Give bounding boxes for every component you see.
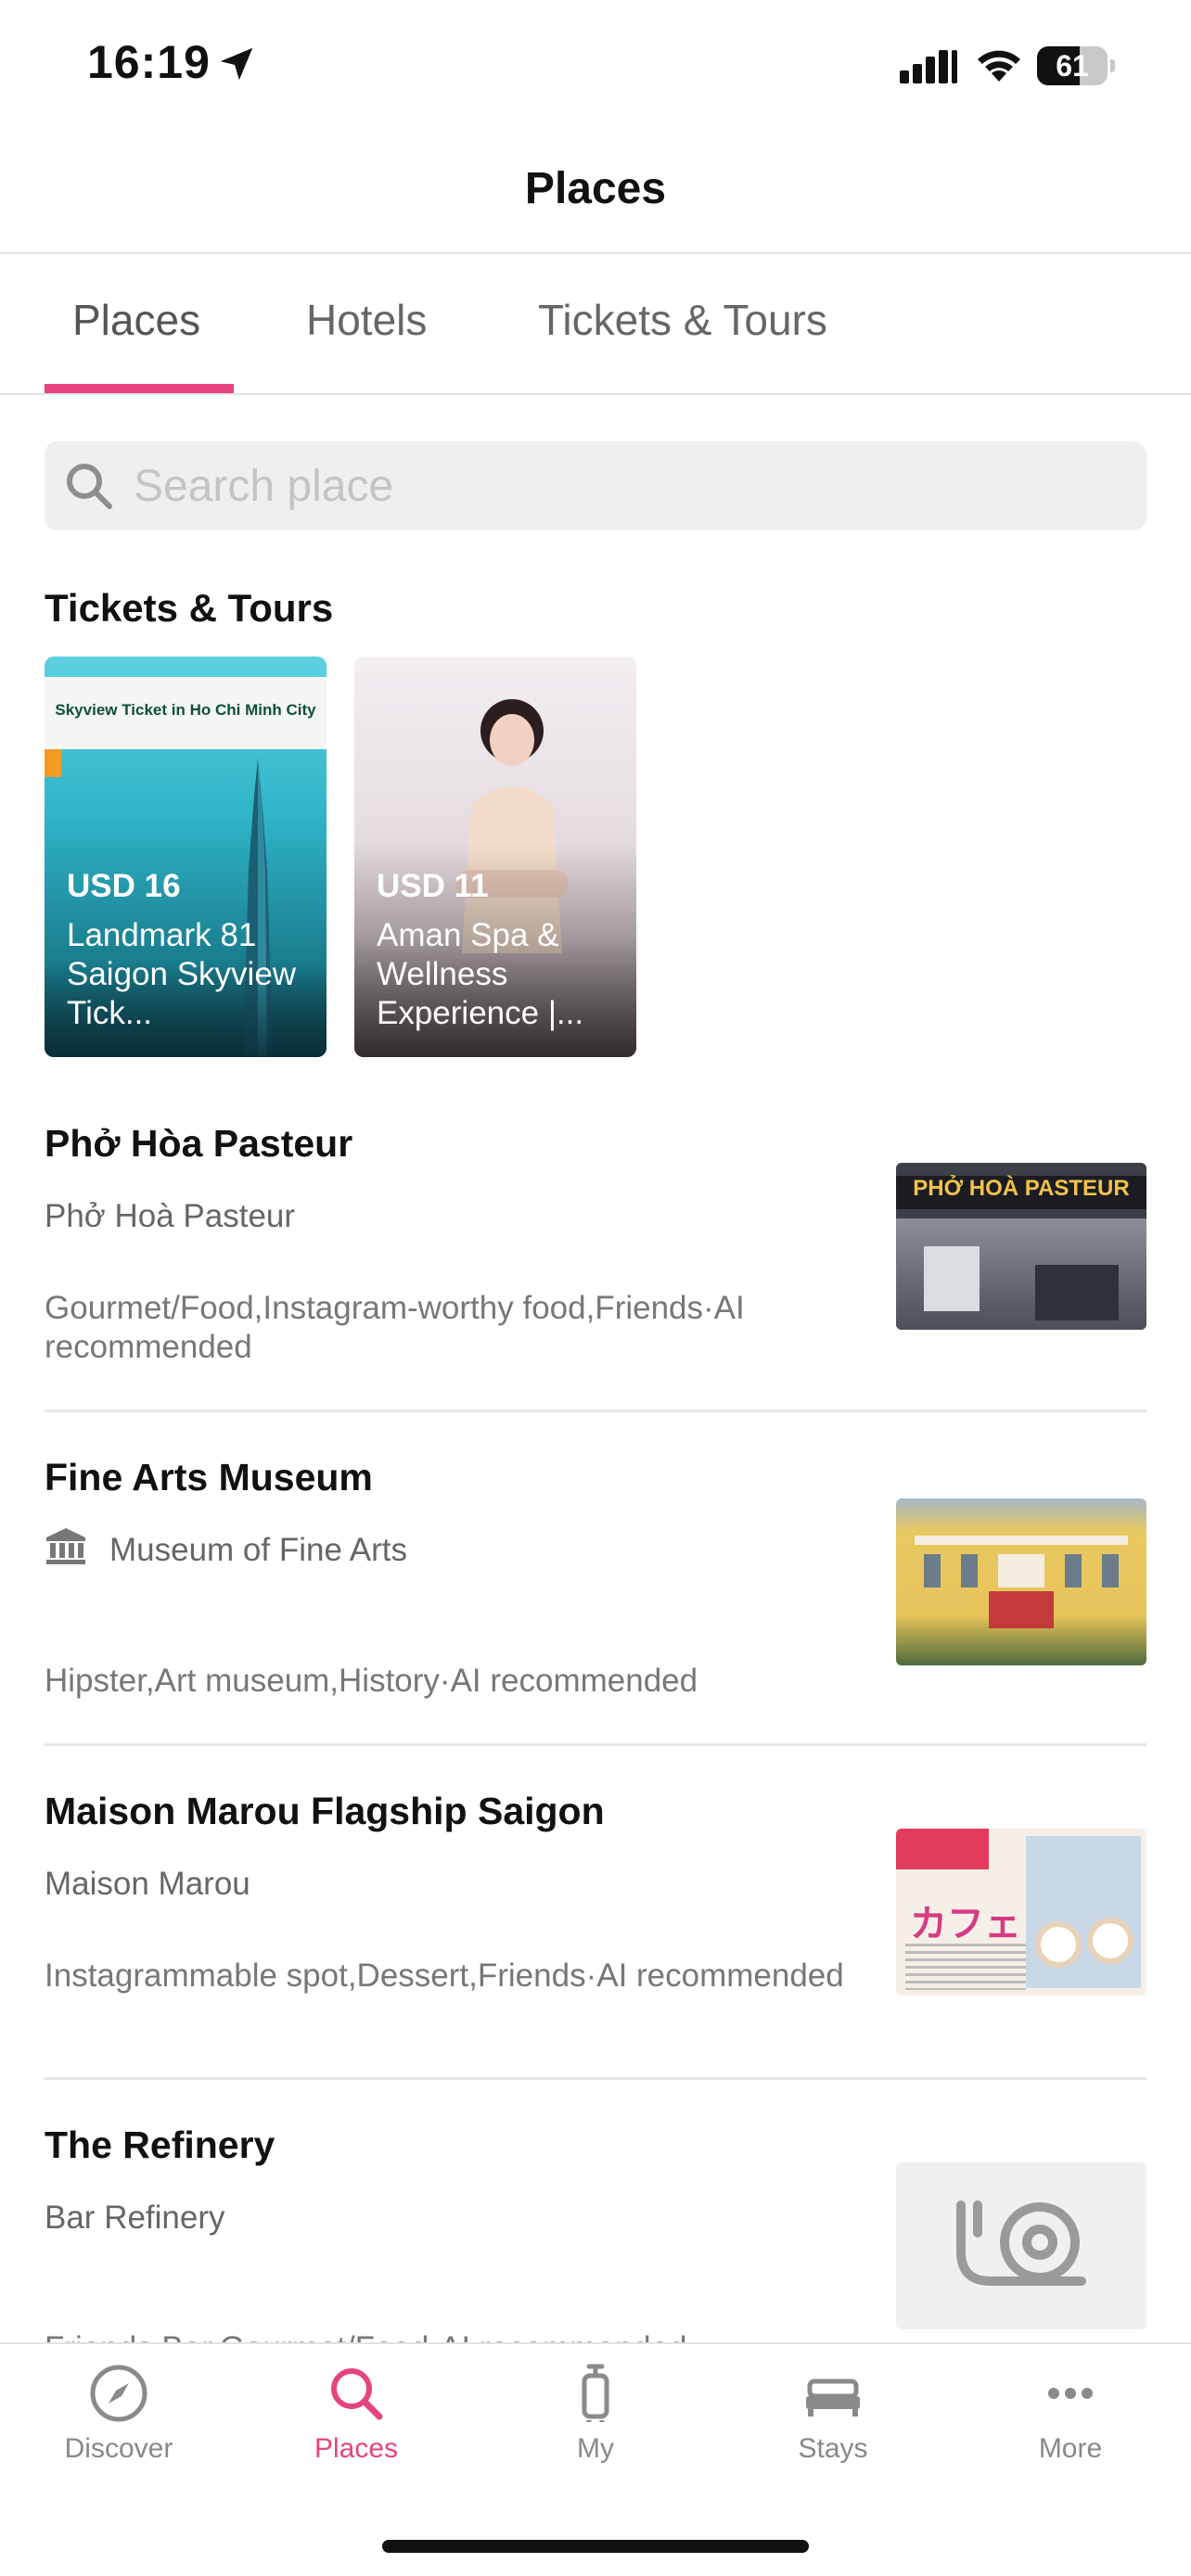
search-icon xyxy=(67,464,112,509)
tabbar-places[interactable]: Places xyxy=(263,2361,449,2500)
card-corner-tag xyxy=(45,749,61,777)
page-title: Places xyxy=(524,164,667,213)
list-divider xyxy=(45,1409,1146,1412)
compass-icon xyxy=(90,2365,147,2422)
place-thumbnail xyxy=(896,1498,1146,1665)
place-title: The Refinery xyxy=(45,2123,275,2166)
wifi-icon xyxy=(978,50,1020,82)
search-bar[interactable] xyxy=(45,441,1146,530)
place-title: Fine Arts Museum xyxy=(45,1456,373,1498)
tab-places[interactable]: Places xyxy=(72,295,200,345)
card-banner-text: Skyview Ticket in Ho Chi Minh City xyxy=(55,701,316,719)
card-title: Landmark 81 Saigon Skyview Tick... xyxy=(67,917,297,1031)
place-item-pho-hoa[interactable]: Phở Hòa Pasteur Phở Hoà Pasteur Gourmet/… xyxy=(45,1122,1146,1382)
place-subtitle: Museum of Fine Arts xyxy=(109,1532,407,1568)
battery-percent: 61 xyxy=(1056,49,1089,83)
place-tags: Gourmet/Food,Instagram-worthy food,Frien… xyxy=(45,1290,745,1365)
location-arrow-icon xyxy=(220,47,253,81)
card-price: USD 16 xyxy=(67,868,181,904)
place-item-maison-marou[interactable]: Maison Marou Flagship Saigon Maison Maro… xyxy=(45,1790,1146,2049)
tour-card-aman-spa[interactable]: USD 11 Aman Spa & Wellness Experience |.… xyxy=(354,657,636,1057)
place-subtitle: Phở Hoà Pasteur xyxy=(45,1198,296,1234)
tour-card-landmark-81[interactable]: Skyview Ticket in Ho Chi Minh City USD 1… xyxy=(45,657,327,1057)
thumb-sign-text: カフェ xyxy=(910,1904,1021,1945)
place-thumbnail xyxy=(896,2162,1146,2329)
cellular-signal-icon xyxy=(900,50,957,83)
place-tags: Hipster,Art museum,History·AI recommende… xyxy=(45,1663,698,1699)
tab-tickets-tours[interactable]: Tickets & Tours xyxy=(538,295,827,345)
status-bar: 16:19 61 xyxy=(0,0,1191,130)
search-input[interactable] xyxy=(134,441,1126,530)
place-thumbnail: PHỞ HOÀ PASTEUR xyxy=(896,1163,1146,1330)
tabbar-discover[interactable]: Discover xyxy=(26,2361,211,2500)
tabbar-stays[interactable]: Stays xyxy=(740,2361,926,2500)
tabbar-my[interactable]: My xyxy=(503,2361,688,2500)
more-dots-icon xyxy=(1048,2388,1093,2399)
place-title: Phở Hòa Pasteur xyxy=(45,1122,353,1165)
place-tags: Instagrammable spot,Dessert,Friends·AI r… xyxy=(45,1958,844,1994)
tickets-section-title: Tickets & Tours xyxy=(45,586,334,630)
tabbar-label: Places xyxy=(314,2433,399,2464)
place-item-the-refinery[interactable]: The Refinery Bar Refinery Friends,Bar,Go… xyxy=(45,2123,1146,2366)
card-price: USD 11 xyxy=(377,868,489,904)
active-tab-indicator xyxy=(45,384,234,393)
luggage-icon xyxy=(582,2364,609,2422)
tabs-divider xyxy=(0,393,1191,395)
list-divider xyxy=(45,2077,1146,2080)
search-icon xyxy=(331,2368,383,2420)
tabbar-label: Discover xyxy=(64,2433,173,2464)
place-subtitle: Maison Marou xyxy=(45,1866,250,1902)
place-subtitle: Bar Refinery xyxy=(45,2200,225,2236)
snail-placeholder-icon xyxy=(956,2200,1086,2286)
tabbar-label: More xyxy=(1038,2433,1103,2464)
home-indicator[interactable] xyxy=(382,2540,809,2553)
museum-icon xyxy=(46,1528,85,1564)
place-title: Maison Marou Flagship Saigon xyxy=(45,1790,605,1832)
tabbar-label: My xyxy=(577,2433,614,2464)
header-divider xyxy=(0,252,1191,254)
status-time: 16:19 xyxy=(87,36,211,88)
battery-indicator: 61 xyxy=(1037,46,1115,85)
thumb-sign-text: PHỞ HOÀ PASTEUR xyxy=(913,1176,1130,1201)
bed-icon xyxy=(806,2378,860,2417)
tab-hotels[interactable]: Hotels xyxy=(306,295,427,345)
place-thumbnail: カフェ xyxy=(896,1829,1146,1996)
card-title: Aman Spa & Wellness Experience |... xyxy=(377,917,584,1031)
tabbar-more[interactable]: More xyxy=(978,2361,1163,2500)
place-item-fine-arts-museum[interactable]: Fine Arts Museum Museum of Fine Arts Hip… xyxy=(45,1456,1146,1715)
list-divider xyxy=(45,1743,1146,1746)
tabbar-label: Stays xyxy=(798,2433,868,2464)
